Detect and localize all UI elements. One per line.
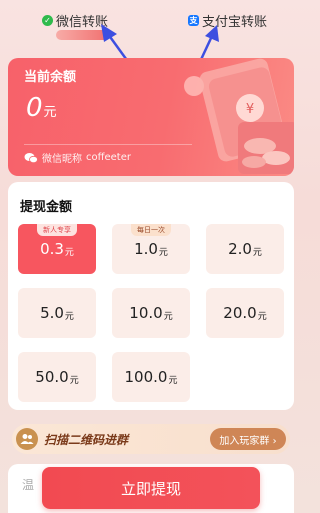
- tab-alipay-label: 支付宝转账: [202, 15, 268, 30]
- svg-text:¥: ¥: [246, 102, 254, 117]
- amount-option-50-0[interactable]: 50.0 元: [18, 352, 96, 402]
- wechat-icon: [24, 152, 38, 163]
- amount-option-100-0[interactable]: 100.0 元: [112, 352, 190, 402]
- amount-unit: 元: [69, 375, 79, 386]
- amount-option-20-0[interactable]: 20.0 元: [206, 288, 284, 338]
- red-packet-illustration: ¥: [184, 58, 294, 174]
- amount-option-1-0[interactable]: 每日一次 1.0 元: [112, 224, 190, 274]
- join-group-banner[interactable]: 扫描二维码进群 加入玩家群 ›: [12, 424, 290, 454]
- amount-value: 10.0: [129, 304, 163, 322]
- tab-wechat-transfer[interactable]: ✓ 微信转账: [42, 11, 108, 30]
- amount-unit: 元: [163, 311, 173, 322]
- alipay-icon: 支: [188, 15, 199, 26]
- amount-value: 50.0: [35, 368, 69, 386]
- amount-option-0-3[interactable]: 新人专享 0.3 元: [18, 224, 96, 274]
- new-user-tag: 新人专享: [37, 224, 77, 236]
- amount-option-10-0[interactable]: 10.0 元: [112, 288, 190, 338]
- amount-unit: 元: [158, 247, 168, 258]
- amount-value: 20.0: [223, 304, 257, 322]
- amount-value: 2.0: [228, 240, 252, 258]
- amount-value: 5.0: [40, 304, 64, 322]
- balance-unit: 元: [43, 105, 57, 120]
- amount-value: 0.3: [40, 240, 64, 258]
- tips-label: 温: [22, 478, 35, 492]
- nickname-value: coffeeter: [86, 152, 131, 163]
- withdraw-amount-title: 提现金额: [20, 200, 73, 215]
- balance-card: 当前余额 0元 微信昵称 coffeeter ¥: [8, 58, 294, 176]
- active-tab-indicator: [56, 30, 110, 40]
- amount-unit: 元: [64, 311, 74, 322]
- nickname-label: 微信昵称: [42, 154, 82, 165]
- withdraw-amount-panel: 提现金额 新人专享 0.3 元 每日一次 1.0 元 2.0 元 5.0 元 10.0 元…: [8, 182, 294, 410]
- amount-unit: 元: [252, 247, 262, 258]
- amount-value: 1.0: [134, 240, 158, 258]
- join-group-button[interactable]: 加入玩家群 ›: [210, 428, 286, 450]
- balance-value: 0: [26, 93, 43, 123]
- amount-value: 100.0: [124, 368, 168, 386]
- group-icon: [16, 428, 38, 450]
- amount-option-5-0[interactable]: 5.0 元: [18, 288, 96, 338]
- nickname-row: 微信昵称 coffeeter: [24, 150, 131, 165]
- amount-unit: 元: [168, 375, 178, 386]
- amount-option-2-0[interactable]: 2.0 元: [206, 224, 284, 274]
- group-banner-text: 扫描二维码进群: [44, 432, 129, 447]
- check-circle-icon: ✓: [42, 15, 53, 26]
- amount-unit: 元: [64, 247, 74, 258]
- withdraw-button[interactable]: 立即提现: [42, 467, 260, 509]
- balance-amount: 0元: [26, 93, 57, 123]
- amount-unit: 元: [257, 311, 267, 322]
- balance-title: 当前余额: [24, 70, 77, 85]
- daily-once-tag: 每日一次: [131, 224, 171, 236]
- withdraw-method-tabs: ✓ 微信转账 支 支付宝转账: [0, 8, 302, 40]
- tab-alipay-transfer[interactable]: 支 支付宝转账: [188, 11, 267, 30]
- tab-wechat-label: 微信转账: [56, 15, 109, 30]
